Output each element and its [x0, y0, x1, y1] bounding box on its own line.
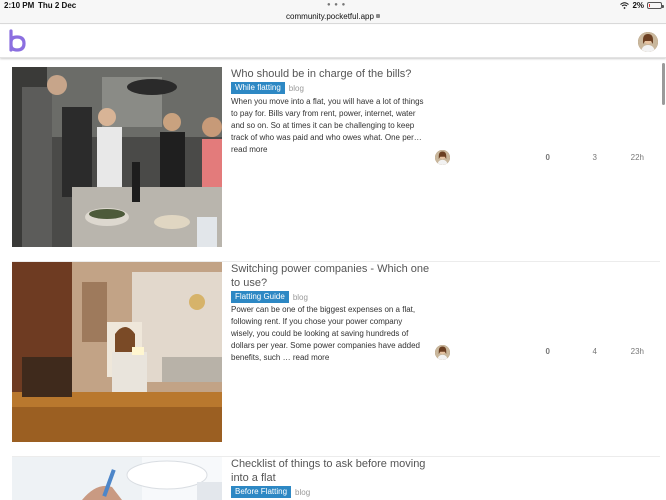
tag-label[interactable]: blog — [295, 488, 310, 497]
topic-tags: While flatting blog — [231, 82, 304, 94]
replies-count: 3 — [592, 153, 597, 162]
lock-icon — [375, 13, 380, 18]
topic-tags: Before Flatting blog — [231, 486, 310, 498]
scrollbar[interactable] — [662, 63, 665, 105]
likes-count: 0 — [545, 347, 550, 356]
wifi-icon — [620, 2, 630, 9]
topic-row[interactable]: Checklist of things to ask before moving… — [0, 457, 660, 500]
topic-excerpt: When you move into a flat, you will have… — [231, 96, 426, 156]
address-bar[interactable]: community.pocketful.app — [0, 11, 666, 24]
site-logo[interactable] — [8, 29, 28, 53]
tag-label[interactable]: blog — [289, 84, 304, 93]
activity-time[interactable]: 23h — [618, 347, 644, 356]
category-badge[interactable]: Before Flatting — [231, 486, 292, 498]
category-badge[interactable]: While flatting — [231, 82, 285, 94]
url-text[interactable]: community.pocketful.app — [286, 12, 374, 21]
status-time: 2:10 PM — [4, 1, 35, 10]
topic-row[interactable]: Switching power companies - Which one to… — [0, 262, 660, 457]
topic-tags: Flatting Guide blog — [231, 291, 308, 303]
read-more-link[interactable]: read more — [293, 353, 329, 362]
activity-time[interactable]: 22h — [618, 153, 644, 162]
status-date: Thu 2 Dec — [38, 1, 77, 10]
replies-count: 4 — [592, 347, 597, 356]
topic-title[interactable]: Checklist of things to ask before moving… — [231, 457, 431, 485]
category-badge[interactable]: Flatting Guide — [231, 291, 289, 303]
topic-thumbnail[interactable] — [12, 67, 222, 247]
topic-row[interactable]: Who should be in charge of the bills? Wh… — [0, 67, 660, 262]
multitask-dots-icon[interactable]: ● ● ● — [327, 2, 346, 8]
likes-count: 0 — [545, 153, 550, 162]
read-more-link[interactable]: read more — [231, 145, 267, 154]
topic-thumbnail[interactable] — [12, 262, 222, 442]
topic-thumbnail[interactable] — [12, 457, 222, 500]
user-avatar[interactable] — [638, 32, 658, 52]
poster-avatar[interactable] — [435, 345, 450, 360]
excerpt-text: When you move into a flat, you will have… — [231, 97, 424, 142]
topic-excerpt: Power can be one of the biggest expenses… — [231, 304, 426, 364]
site-header — [0, 25, 666, 58]
poster-avatar[interactable] — [435, 150, 450, 165]
topic-title[interactable]: Who should be in charge of the bills? — [231, 67, 431, 81]
status-bar: 2:10 PM Thu 2 Dec ● ● ● 2% — [0, 0, 666, 11]
tag-label[interactable]: blog — [293, 293, 308, 302]
battery-icon — [647, 2, 664, 9]
battery-percent: 2% — [632, 1, 644, 10]
topic-title[interactable]: Switching power companies - Which one to… — [231, 262, 431, 290]
